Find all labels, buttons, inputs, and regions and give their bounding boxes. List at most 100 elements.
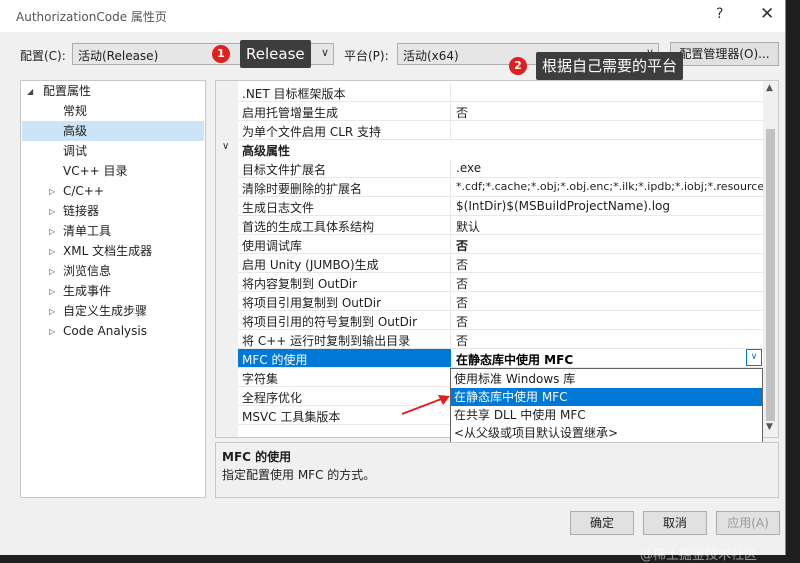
tree-item-vc-directories[interactable]: VC++ 目录 xyxy=(63,161,128,181)
tree-item-build-events[interactable]: 生成事件 xyxy=(63,281,111,301)
table-row[interactable]: 清除时要删除的扩展名 *.cdf;*.cache;*.obj;*.obj.enc… xyxy=(238,178,774,197)
vertical-scrollbar[interactable]: ▲ ▼ xyxy=(763,81,778,437)
column-divider xyxy=(450,273,451,292)
table-row[interactable]: 将项目引用的符号复制到 OutDir 否 xyxy=(238,311,763,330)
property-name: 使用调试库 xyxy=(242,239,303,253)
scroll-down-arrow-icon[interactable]: ▼ xyxy=(766,422,773,432)
collapsed-triangle-icon[interactable]: ▷ xyxy=(49,267,55,276)
annotation-badge-2: 2 xyxy=(509,57,527,75)
close-button[interactable]: ✕ xyxy=(760,4,774,24)
column-divider xyxy=(450,197,451,216)
tree-item-linker[interactable]: 链接器 xyxy=(63,201,99,221)
collapsed-triangle-icon[interactable]: ▷ xyxy=(49,227,55,236)
scrollbar-thumb[interactable] xyxy=(766,129,775,421)
property-name: 将项目引用复制到 OutDir xyxy=(242,296,382,310)
property-value: 在静态库中使用 MFC xyxy=(456,353,574,367)
chevron-down-icon: ∨ xyxy=(320,46,329,59)
property-value: 否 xyxy=(456,334,469,348)
property-tree: ◢ 配置属性 常规 高级 调试 VC++ 目录 ▷ C/C++ ▷ 链接器 ▷ … xyxy=(20,80,206,498)
description-text: 指定配置使用 MFC 的方式。 xyxy=(222,468,376,482)
column-divider xyxy=(450,178,451,197)
tree-item-debugging[interactable]: 调试 xyxy=(63,141,87,161)
dropdown-chevron-icon[interactable]: ∨ xyxy=(746,349,762,366)
property-name: 为单个文件启用 CLR 支持 xyxy=(242,125,382,139)
tree-item-xml-doc-generator[interactable]: XML 文档生成器 xyxy=(63,241,152,261)
property-pages-dialog: AuthorizationCode 属性页 ? ✕ 配置(C): 活动(Rele… xyxy=(0,0,786,555)
platform-value: 活动(x64) xyxy=(403,49,459,63)
table-row[interactable]: 将项目引用复制到 OutDir 否 xyxy=(238,292,763,311)
table-row[interactable]: 首选的生成工具体系结构 默认 xyxy=(238,216,763,235)
column-divider xyxy=(450,235,451,254)
dropdown-option[interactable]: <从父级或项目默认设置继承> xyxy=(451,424,762,442)
collapsed-triangle-icon[interactable]: ▷ xyxy=(49,287,55,296)
property-value: 否 xyxy=(456,106,469,120)
table-row[interactable]: 启用 Unity (JUMBO)生成 否 xyxy=(238,254,763,273)
tree-item-c-cpp[interactable]: C/C++ xyxy=(63,181,104,201)
property-value: $(IntDir)$(MSBuildProjectName).log xyxy=(456,199,671,213)
property-name: 将 C++ 运行时复制到输出目录 xyxy=(242,334,411,348)
table-row[interactable]: .NET 目标框架版本 xyxy=(238,83,763,102)
property-name: 清除时要删除的扩展名 xyxy=(242,182,363,196)
annotation-callout-1: Release xyxy=(240,40,311,68)
dropdown-option-selected[interactable]: 在静态库中使用 MFC xyxy=(451,388,762,406)
collapsed-triangle-icon[interactable]: ▷ xyxy=(49,247,55,256)
collapsed-triangle-icon[interactable]: ▷ xyxy=(49,187,55,196)
tree-item-custom-build-step[interactable]: 自定义生成步骤 xyxy=(63,301,147,321)
tree-item-advanced[interactable]: 高级 xyxy=(22,121,204,141)
dropdown-option[interactable]: 在共享 DLL 中使用 MFC xyxy=(451,406,762,424)
column-divider xyxy=(450,102,451,121)
property-name: 将项目引用的符号复制到 OutDir xyxy=(242,315,418,329)
annotation-callout-2: 根据自己需要的平台 xyxy=(536,52,684,80)
column-divider xyxy=(450,159,451,178)
description-title: MFC 的使用 xyxy=(222,450,292,464)
collapsed-triangle-icon[interactable]: ▷ xyxy=(49,207,55,216)
platform-label: 平台(P): xyxy=(344,49,389,63)
tree-item-general[interactable]: 常规 xyxy=(63,101,87,121)
collapsed-triangle-icon[interactable]: ▷ xyxy=(49,307,55,316)
property-value: 否 xyxy=(456,315,469,329)
tree-item-browse-info[interactable]: 浏览信息 xyxy=(63,261,111,281)
property-name: 全程序优化 xyxy=(242,391,303,405)
table-row[interactable]: 目标文件扩展名 .exe xyxy=(238,159,763,178)
table-row[interactable]: 将内容复制到 OutDir 否 xyxy=(238,273,763,292)
property-name: 启用托管增量生成 xyxy=(242,106,339,120)
table-row[interactable]: 启用托管增量生成 否 xyxy=(238,102,763,121)
column-divider xyxy=(450,216,451,235)
apply-button[interactable]: 应用(A) xyxy=(716,511,780,535)
tree-item-manifest-tool[interactable]: 清单工具 xyxy=(63,221,111,241)
column-divider xyxy=(450,83,451,102)
config-label: 配置(C): xyxy=(20,49,66,63)
property-value: 默认 xyxy=(456,220,481,234)
help-button[interactable]: ? xyxy=(716,6,723,22)
property-value: *.cdf;*.cache;*.obj;*.obj.enc;*.ilk;*.ip… xyxy=(456,180,774,193)
column-divider xyxy=(450,254,451,273)
collapsed-triangle-icon[interactable]: ▷ xyxy=(49,327,55,336)
expanded-triangle-icon[interactable]: ◢ xyxy=(27,87,33,96)
cancel-button[interactable]: 取消 xyxy=(643,511,707,535)
tree-item-code-analysis[interactable]: Code Analysis xyxy=(63,321,147,341)
column-divider xyxy=(450,311,451,330)
column-divider xyxy=(450,330,451,349)
ok-button[interactable]: 确定 xyxy=(570,511,634,535)
config-manager-button[interactable]: 配置管理器(O)... xyxy=(670,42,779,66)
table-row[interactable]: 为单个文件启用 CLR 支持 xyxy=(238,121,763,140)
chevron-down-icon[interactable]: ∨ xyxy=(222,141,229,152)
table-row[interactable]: 将 C++ 运行时复制到输出目录 否 xyxy=(238,330,763,349)
property-name: MSVC 工具集版本 xyxy=(242,410,341,424)
column-divider xyxy=(450,292,451,311)
tree-root-config-properties[interactable]: 配置属性 xyxy=(43,81,91,101)
property-name: 启用 Unity (JUMBO)生成 xyxy=(242,258,379,272)
category-advanced-properties[interactable]: ∨ 高级属性 xyxy=(216,140,763,159)
grid-gutter xyxy=(216,81,238,437)
table-row-mfc-usage[interactable]: MFC 的使用 在静态库中使用 MFC xyxy=(238,349,763,368)
property-name: 将内容复制到 OutDir xyxy=(242,277,358,291)
table-row[interactable]: 使用调试库 否 xyxy=(238,235,763,254)
property-name: 首选的生成工具体系结构 xyxy=(242,220,375,234)
dropdown-option[interactable]: 使用标准 Windows 库 xyxy=(451,370,762,388)
mfc-usage-dropdown-list: 使用标准 Windows 库 在静态库中使用 MFC 在共享 DLL 中使用 M… xyxy=(450,368,763,450)
table-row[interactable]: 生成日志文件 $(IntDir)$(MSBuildProjectName).lo… xyxy=(238,197,763,216)
property-name: 字符集 xyxy=(242,372,279,386)
scroll-up-arrow-icon[interactable]: ▲ xyxy=(766,83,773,93)
annotation-arrow-icon xyxy=(401,395,450,415)
config-value: 活动(Release) xyxy=(78,49,159,63)
